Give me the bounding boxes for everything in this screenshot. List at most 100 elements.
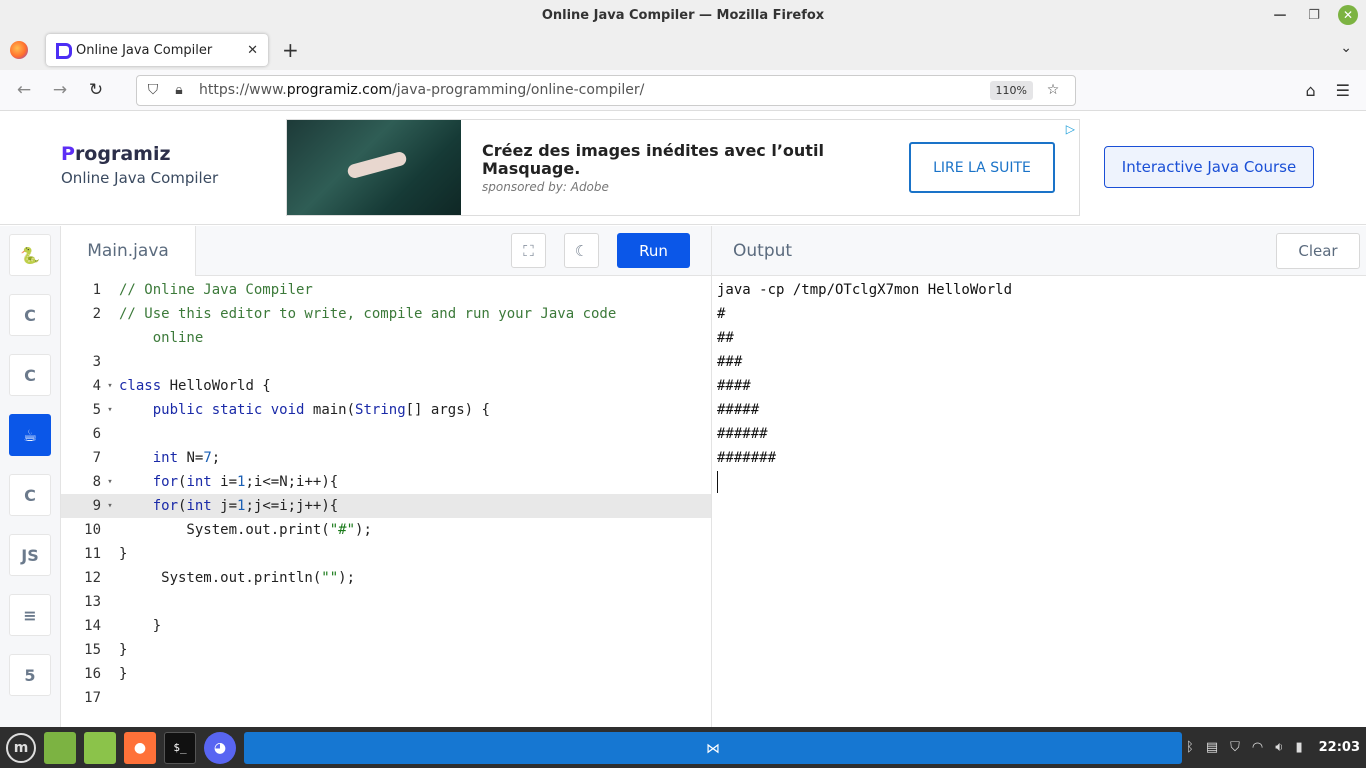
bluetooth-icon[interactable]: ᛒ — [1186, 740, 1194, 755]
code-text[interactable]: } — [119, 542, 127, 566]
code-line[interactable]: 14 } — [61, 614, 711, 638]
output-line: ####### — [717, 450, 777, 466]
code-line[interactable]: 6 — [61, 422, 711, 446]
fullscreen-icon[interactable]: ⛶ — [511, 233, 546, 268]
back-icon[interactable]: ← — [6, 80, 42, 100]
brand[interactable]: Programiz Online Java Compiler — [61, 143, 218, 187]
battery-icon[interactable]: ▮ — [1295, 740, 1302, 755]
mint-menu-icon[interactable]: m — [6, 732, 36, 763]
code-text[interactable]: System.out.print("#"); — [119, 518, 371, 542]
code-text[interactable]: int N=7; — [119, 446, 220, 470]
firefox-view-icon[interactable] — [10, 41, 28, 59]
line-number: 11 — [84, 546, 101, 562]
code-line[interactable]: 10 System.out.print("#"); — [61, 518, 711, 542]
code-text[interactable]: } — [119, 638, 127, 662]
wifi-icon[interactable]: ◠ — [1252, 740, 1263, 755]
code-text[interactable]: for(int j=1;j<=i;j++){ — [119, 494, 338, 518]
code-line[interactable]: 9 ▾ for(int j=1;j<=i;j++){ — [61, 494, 711, 518]
fold-arrow-icon[interactable]: ▾ — [101, 374, 119, 398]
line-number — [61, 326, 101, 350]
sql-icon[interactable]: ≡ — [9, 594, 51, 636]
code-line[interactable]: online — [61, 326, 711, 350]
line-number: 13 — [84, 594, 101, 610]
code-text[interactable]: // Use this editor to write, compile and… — [119, 302, 616, 326]
volume-icon[interactable]: 🔉︎ — [1275, 740, 1283, 755]
pocket-icon[interactable]: ⌂ — [1306, 81, 1316, 100]
discord-icon[interactable]: ◕ — [204, 731, 236, 764]
code-text[interactable]: for(int i=1;i<=N;i++){ — [119, 470, 338, 494]
fold-arrow-icon[interactable]: ▾ — [101, 470, 119, 494]
fold-arrow-icon[interactable]: ▾ — [101, 494, 119, 518]
code-line[interactable]: 12 System.out.println(""); — [61, 566, 711, 590]
new-tab-icon[interactable]: + — [282, 38, 299, 62]
vscode-icon[interactable]: ⋈ — [244, 731, 1183, 764]
code-text[interactable]: // Online Java Compiler — [119, 278, 313, 302]
code-line[interactable]: 7 int N=7; — [61, 446, 711, 470]
ad-cta-button[interactable]: LIRE LA SUITE — [909, 142, 1055, 193]
files-icon[interactable] — [44, 731, 76, 764]
ad-headline[interactable]: Créez des images inédites avec l’outil M… — [482, 141, 862, 178]
window-titlebar: Online Java Compiler — Mozilla Firefox —… — [0, 0, 1366, 30]
reload-icon[interactable]: ↻ — [78, 80, 114, 100]
ad-image[interactable] — [287, 120, 461, 215]
list-tabs-icon[interactable]: ⌄ — [1340, 40, 1352, 56]
adchoices-icon[interactable]: ▷ — [1066, 122, 1075, 136]
code-text[interactable]: System.out.println(""); — [119, 566, 355, 590]
clear-button[interactable]: Clear — [1276, 232, 1360, 269]
firefox-icon[interactable]: ● — [124, 731, 156, 764]
cpp-icon[interactable]: C — [9, 354, 51, 396]
browser-tab[interactable]: Online Java Compiler ✕ — [46, 34, 268, 66]
advertisement[interactable]: Créez des images inédites avec l’outil M… — [286, 119, 1080, 216]
shield-icon[interactable]: ⛉ — [1230, 740, 1240, 755]
fold-arrow-icon[interactable]: ▾ — [101, 398, 119, 422]
javascript-icon[interactable]: JS — [9, 534, 51, 576]
line-number: 5 — [92, 402, 101, 418]
url-bar[interactable]: ⛉ 🔒︎ https://www.programiz.com/java-prog… — [136, 74, 1076, 106]
code-line[interactable]: 16} — [61, 662, 711, 686]
close-icon[interactable]: ✕ — [1338, 5, 1358, 25]
code-line[interactable]: 3 — [61, 350, 711, 374]
java-icon[interactable]: ☕ — [9, 414, 51, 456]
output-panel: Output Clear java -cp /tmp/OTclgX7mon He… — [712, 226, 1366, 727]
code-text[interactable]: } — [119, 614, 161, 638]
code-line[interactable]: 5 ▾ public static void main(String[] args… — [61, 398, 711, 422]
output-console[interactable]: java -cp /tmp/OTclgX7mon HelloWorld # ## ##… — [712, 276, 1366, 496]
tab-close-icon[interactable]: ✕ — [247, 43, 258, 58]
code-text[interactable]: public static void main(String[] args) { — [119, 398, 490, 422]
code-line[interactable]: 17 — [61, 686, 711, 710]
interactive-course-button[interactable]: Interactive Java Course — [1104, 146, 1314, 188]
code-line[interactable]: 13 — [61, 590, 711, 614]
file-tab-main[interactable]: Main.java — [61, 225, 196, 276]
code-text[interactable]: } — [119, 662, 127, 686]
menu-icon[interactable]: ☰ — [1336, 81, 1350, 100]
code-text[interactable]: class HelloWorld { — [119, 374, 271, 398]
code-area[interactable]: 1 // Online Java Compiler 2 // Use this edi… — [61, 276, 711, 727]
forward-icon[interactable]: → — [42, 80, 78, 100]
code-line[interactable]: 4 ▾ class HelloWorld { — [61, 374, 711, 398]
code-line[interactable]: 8 ▾ for(int i=1;i<=N;i++){ — [61, 470, 711, 494]
terminal-icon[interactable]: $_ — [164, 731, 196, 764]
url-text[interactable]: https://www.programiz.com/java-programmi… — [199, 82, 990, 98]
zoom-badge[interactable]: 110% — [989, 80, 1033, 100]
c-icon[interactable]: C — [9, 294, 51, 336]
html-icon[interactable]: 5 — [9, 654, 51, 696]
clock[interactable]: 22:03 — [1319, 740, 1360, 755]
bookmark-star-icon[interactable]: ☆ — [1043, 82, 1063, 98]
fold-gutter — [101, 686, 119, 710]
dark-mode-icon[interactable]: ☾ — [564, 233, 599, 268]
tracking-shield-icon[interactable]: ⛉ — [143, 82, 163, 98]
code-line[interactable]: 1 // Online Java Compiler — [61, 278, 711, 302]
python-icon[interactable]: 🐍 — [9, 234, 51, 276]
folder-icon[interactable] — [84, 731, 116, 764]
csharp-icon[interactable]: C — [9, 474, 51, 516]
code-line[interactable]: 15} — [61, 638, 711, 662]
lock-icon[interactable]: 🔒︎ — [169, 82, 189, 98]
minimize-icon[interactable]: — — [1270, 5, 1290, 25]
maximize-icon[interactable]: ❐ — [1304, 5, 1324, 25]
code-line[interactable]: 11} — [61, 542, 711, 566]
output-line: ##### — [717, 402, 760, 418]
code-text[interactable]: online — [119, 326, 204, 350]
clipboard-icon[interactable]: ▤ — [1206, 740, 1218, 755]
code-line[interactable]: 2 // Use this editor to write, compile an… — [61, 302, 711, 326]
run-button[interactable]: Run — [617, 233, 690, 268]
